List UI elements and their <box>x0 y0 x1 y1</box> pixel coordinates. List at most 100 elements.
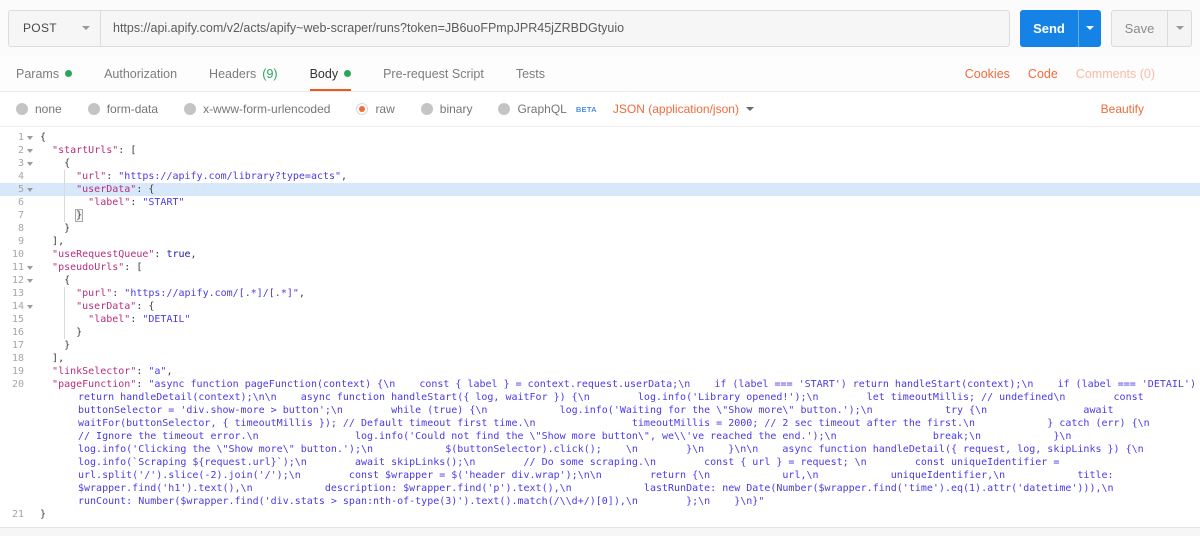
line-gutter[interactable]: 13 <box>0 287 36 300</box>
line-gutter[interactable]: 15 <box>0 313 36 326</box>
fold-slot[interactable] <box>24 157 36 170</box>
code-line-content[interactable]: "linkSelector": "a", <box>36 365 176 378</box>
code-line-content[interactable]: "url": "https://apify.com/library?type=a… <box>36 170 351 183</box>
body-type-raw[interactable]: raw <box>356 102 395 116</box>
method-select[interactable]: POST <box>9 10 101 46</box>
fold-slot[interactable] <box>24 300 36 313</box>
code-line-content[interactable]: } <box>36 326 86 339</box>
save-options-button[interactable] <box>1167 10 1191 46</box>
line-gutter[interactable]: 2 <box>0 144 36 157</box>
line-gutter[interactable]: 1 <box>0 131 36 144</box>
code-line-content[interactable]: "useRequestQueue": true, <box>36 248 201 261</box>
code-token: } <box>76 327 83 338</box>
code-line-18[interactable]: 18 ], <box>0 352 1200 365</box>
code-line-17[interactable]: 17 } <box>0 339 1200 352</box>
send-button[interactable]: Send <box>1020 9 1078 47</box>
code-line-4[interactable]: 4 "url": "https://apify.com/library?type… <box>0 170 1200 183</box>
code-editor[interactable]: 1{2 "startUrls": [3 {4 "url": "https://a… <box>0 127 1200 527</box>
line-gutter[interactable]: 5 <box>0 183 36 196</box>
line-gutter[interactable]: 9 <box>0 235 36 248</box>
fold-slot[interactable] <box>24 144 36 157</box>
fold-slot <box>24 248 36 261</box>
code-line-content[interactable]: { <box>36 274 74 287</box>
code-line-2[interactable]: 2 "startUrls": [ <box>0 144 1200 157</box>
code-line-15[interactable]: 15 "label": "DETAIL" <box>0 313 1200 326</box>
line-gutter[interactable]: 18 <box>0 352 36 365</box>
code-line-content[interactable]: } <box>36 222 74 235</box>
code-line-content[interactable]: { <box>36 131 50 144</box>
fold-slot[interactable] <box>24 183 36 196</box>
code-line-content[interactable]: "label": "DETAIL" <box>36 313 195 326</box>
code-line-11[interactable]: 11 "pseudoUrls": [ <box>0 261 1200 274</box>
content-type-select[interactable]: JSON (application/json) <box>613 102 754 116</box>
line-gutter[interactable]: 12 <box>0 274 36 287</box>
body-type-form-data[interactable]: form-data <box>87 102 158 116</box>
line-gutter[interactable]: 17 <box>0 339 36 352</box>
code-line-6[interactable]: 6 "label": "START" <box>0 196 1200 209</box>
code-line-content[interactable]: { <box>36 157 74 170</box>
code-line-content[interactable]: "pageFunction": "async function pageFunc… <box>36 378 1200 508</box>
save-button[interactable]: Save <box>1112 11 1167 46</box>
tab-body[interactable]: Body <box>309 56 352 91</box>
code-line-content[interactable]: ], <box>36 235 68 248</box>
tab-params[interactable]: Params <box>16 56 73 91</box>
code-line-5[interactable]: 5 "userData": { <box>0 183 1200 196</box>
line-gutter[interactable]: 16 <box>0 326 36 339</box>
fold-slot <box>24 222 36 235</box>
fold-slot[interactable] <box>24 261 36 274</box>
line-gutter[interactable]: 3 <box>0 157 36 170</box>
code-line-16[interactable]: 16 } <box>0 326 1200 339</box>
code-line-content[interactable]: ], <box>36 352 68 365</box>
code-line-content[interactable]: "pseudoUrls": [ <box>36 261 146 274</box>
code-line-21[interactable]: 21} <box>0 508 1200 521</box>
url-input[interactable] <box>101 10 1009 46</box>
code-line-content[interactable]: "purl": "https://apify.com/[.*]/[.*]", <box>36 287 309 300</box>
code-line-content[interactable]: } <box>36 339 74 352</box>
body-type-none[interactable]: none <box>16 102 62 116</box>
code-line-content[interactable]: "userData": { <box>36 183 158 196</box>
code-line-8[interactable]: 8 } <box>0 222 1200 235</box>
code-line-13[interactable]: 13 "purl": "https://apify.com/[.*]/[.*]"… <box>0 287 1200 300</box>
code-line-19[interactable]: 19 "linkSelector": "a", <box>0 365 1200 378</box>
code-line-3[interactable]: 3 { <box>0 157 1200 170</box>
code-line-content[interactable]: } <box>36 209 86 222</box>
code-token: { <box>64 158 71 169</box>
tab-authorization[interactable]: Authorization <box>104 56 177 91</box>
code-line-content[interactable]: "startUrls": [ <box>36 144 140 157</box>
comments-link[interactable]: Comments (0) <box>1076 67 1155 81</box>
line-gutter[interactable]: 8 <box>0 222 36 235</box>
line-gutter[interactable]: 7 <box>0 209 36 222</box>
beautify-link[interactable]: Beautify <box>1101 102 1144 116</box>
tab-pre-request-script[interactable]: Pre-request Script <box>383 56 484 91</box>
code-line-7[interactable]: 7 } <box>0 209 1200 222</box>
body-type-graphql[interactable]: GraphQL BETA <box>498 102 597 116</box>
line-gutter[interactable]: 20 <box>0 378 36 391</box>
code-line-content[interactable]: "label": "START" <box>36 196 189 209</box>
code-link[interactable]: Code <box>1028 67 1058 81</box>
line-gutter[interactable]: 19 <box>0 365 36 378</box>
line-gutter[interactable]: 4 <box>0 170 36 183</box>
code-line-14[interactable]: 14 "userData": { <box>0 300 1200 313</box>
line-gutter[interactable]: 11 <box>0 261 36 274</box>
cookies-link[interactable]: Cookies <box>965 67 1010 81</box>
line-gutter[interactable]: 14 <box>0 300 36 313</box>
code-line-9[interactable]: 9 ], <box>0 235 1200 248</box>
code-line-12[interactable]: 12 { <box>0 274 1200 287</box>
code-token: } <box>40 509 47 520</box>
line-gutter[interactable]: 21 <box>0 508 36 521</box>
tab-tests[interactable]: Tests <box>516 56 545 91</box>
send-options-button[interactable] <box>1078 9 1101 47</box>
line-gutter[interactable]: 6 <box>0 196 36 209</box>
code-line-content[interactable]: "userData": { <box>36 300 158 313</box>
code-line-content[interactable]: } <box>36 508 50 521</box>
code-line-20[interactable]: 20 "pageFunction": "async function pageF… <box>0 378 1200 508</box>
tab-headers[interactable]: Headers (9) <box>209 56 278 91</box>
line-gutter[interactable]: 10 <box>0 248 36 261</box>
body-type-x-www-form-urlencoded[interactable]: x-www-form-urlencoded <box>184 102 330 116</box>
fold-slot[interactable] <box>24 274 36 287</box>
code-line-10[interactable]: 10 "useRequestQueue": true, <box>0 248 1200 261</box>
fold-slot[interactable] <box>24 131 36 144</box>
body-type-binary[interactable]: binary <box>420 102 472 116</box>
code-line-1[interactable]: 1{ <box>0 131 1200 144</box>
